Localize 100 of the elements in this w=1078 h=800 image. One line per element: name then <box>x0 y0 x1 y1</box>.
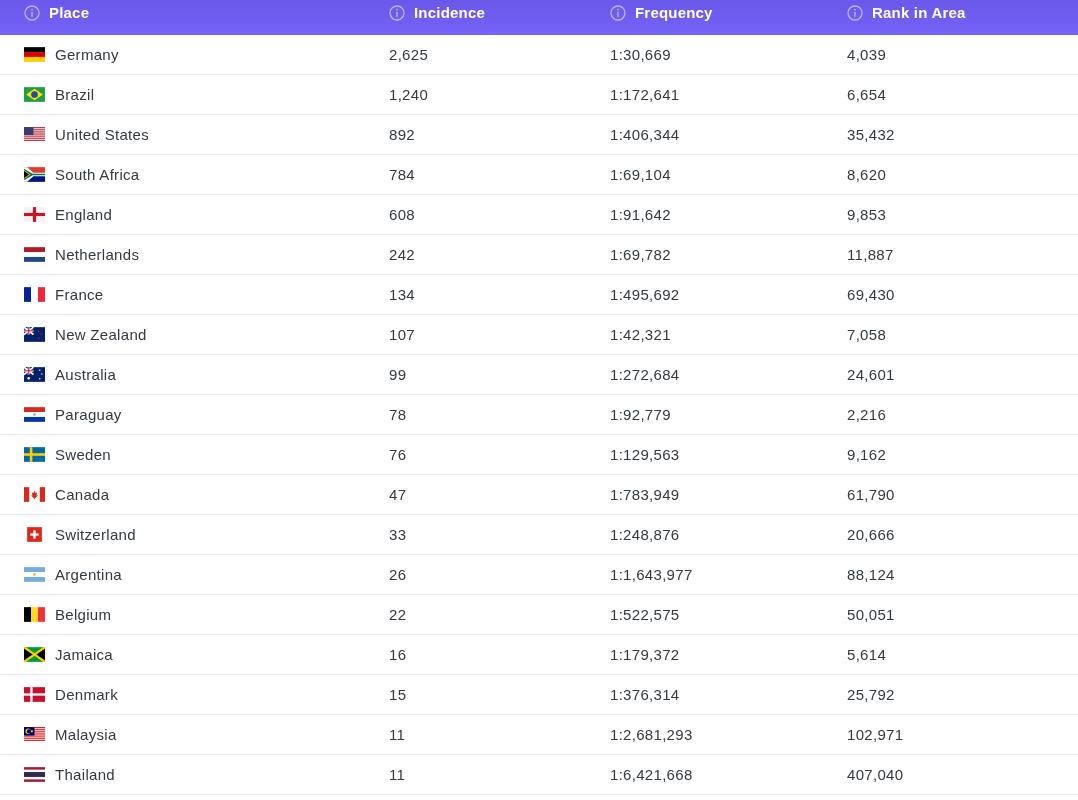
table-cell: 11 <box>389 726 406 743</box>
table-cell: 8,620 <box>847 166 887 183</box>
table-cell: 9,162 <box>847 446 887 463</box>
info-icon[interactable] <box>610 4 626 21</box>
flag-icon <box>24 327 45 342</box>
table-cell: 1,240 <box>389 86 429 103</box>
table-cell: 50,051 <box>847 606 895 623</box>
flag-icon <box>24 487 45 502</box>
table-cell: 1:1,643,977 <box>610 566 693 583</box>
flag-icon <box>24 247 45 262</box>
flag-icon <box>24 447 45 462</box>
table-cell: Denmark <box>55 686 118 703</box>
table-cell: Brazil <box>55 86 95 103</box>
table-cell: 1:92,779 <box>610 406 671 423</box>
table-cell: 134 <box>389 286 415 303</box>
flag-icon <box>24 287 45 302</box>
table-cell: 99 <box>389 366 407 383</box>
column-header[interactable]: Incidence <box>414 4 485 21</box>
table-cell: 22 <box>389 606 407 623</box>
flag-icon <box>24 367 45 382</box>
table-cell: United States <box>55 126 149 143</box>
flag-icon <box>24 607 45 622</box>
flag-icon <box>24 207 45 222</box>
table-cell: Australia <box>55 366 117 383</box>
info-icon[interactable] <box>847 4 863 21</box>
flag-icon <box>24 767 45 782</box>
table-cell: 407,040 <box>847 766 904 783</box>
table-cell: 1:42,321 <box>610 326 671 343</box>
table-cell: 4,039 <box>847 46 887 63</box>
table-cell: 1:172,641 <box>610 86 680 103</box>
table-cell: 2,625 <box>389 46 429 63</box>
table-cell: Netherlands <box>55 246 140 263</box>
table-cell: Canada <box>55 486 110 503</box>
table-cell: 2,216 <box>847 406 887 423</box>
table-cell: England <box>55 206 113 223</box>
table-cell: Argentina <box>55 566 122 583</box>
table-cell: 1:30,669 <box>610 46 671 63</box>
table-cell: 1:272,684 <box>610 366 680 383</box>
column-header[interactable]: Rank in Area <box>872 4 966 21</box>
table-cell: 1:376,314 <box>610 686 680 703</box>
table-cell: Malaysia <box>55 726 117 743</box>
table-cell: 11,887 <box>847 246 894 263</box>
table-cell: 20,666 <box>847 526 895 543</box>
table-cell: France <box>55 286 104 303</box>
table-cell: 88,124 <box>847 566 895 583</box>
table-cell: 35,432 <box>847 126 895 143</box>
table-cell: 33 <box>389 526 407 543</box>
flag-icon <box>24 47 45 62</box>
table-cell: 1:69,782 <box>610 246 671 263</box>
table-cell: 1:406,344 <box>610 126 680 143</box>
column-header[interactable]: Place <box>49 4 90 21</box>
table-cell: 102,971 <box>847 726 904 743</box>
table-cell: South Africa <box>55 166 140 183</box>
table-cell: 1:783,949 <box>610 486 680 503</box>
table-cell: Paraguay <box>55 406 122 423</box>
table-cell: 1:69,104 <box>610 166 671 183</box>
table-cell: 78 <box>389 406 407 423</box>
table-cell: 15 <box>389 686 407 703</box>
table-cell: Jamaica <box>55 646 113 663</box>
flag-icon <box>24 527 45 542</box>
table-cell: 107 <box>389 326 415 343</box>
table-cell: 1:129,563 <box>610 446 680 463</box>
table-cell: 6,654 <box>847 86 887 103</box>
flag-icon <box>24 87 45 102</box>
table-cell: Switzerland <box>55 526 136 543</box>
table-cell: 892 <box>389 126 415 143</box>
table-cell: 1:248,876 <box>610 526 680 543</box>
table-cell: 25,792 <box>847 686 895 703</box>
table-cell: 11 <box>389 766 406 783</box>
table-cell: Germany <box>55 46 119 63</box>
table-cell: 26 <box>389 566 407 583</box>
table-cell: 1:91,642 <box>610 206 671 223</box>
table-cell: 16 <box>389 646 407 663</box>
table-cell: 69,430 <box>847 286 895 303</box>
flag-icon <box>24 407 45 422</box>
table-cell: 9,853 <box>847 206 887 223</box>
table-cell: 608 <box>389 206 415 223</box>
table-cell: 1:6,421,668 <box>610 766 693 783</box>
table-cell: 7,058 <box>847 326 887 343</box>
info-icon[interactable] <box>389 4 405 21</box>
column-header[interactable]: Frequency <box>635 4 713 21</box>
flag-icon <box>24 167 45 182</box>
table-cell: 242 <box>389 246 415 263</box>
flag-icon <box>24 127 45 142</box>
table-cell: 1:522,575 <box>610 606 680 623</box>
info-icon[interactable] <box>24 4 40 21</box>
flag-icon <box>24 567 45 582</box>
table-cell: 1:2,681,293 <box>610 726 693 743</box>
flag-icon <box>24 687 45 702</box>
table-cell: 61,790 <box>847 486 895 503</box>
table-cell: 5,614 <box>847 646 887 663</box>
table-cell: 76 <box>389 446 407 463</box>
table-cell: 24,601 <box>847 366 895 383</box>
table-cell: Belgium <box>55 606 112 623</box>
table-cell: New Zealand <box>55 326 147 343</box>
table-cell: 1:179,372 <box>610 646 680 663</box>
table-cell: Sweden <box>55 446 111 463</box>
table-cell: 47 <box>389 486 407 503</box>
flag-icon <box>24 727 45 742</box>
table-cell: Thailand <box>55 766 115 783</box>
